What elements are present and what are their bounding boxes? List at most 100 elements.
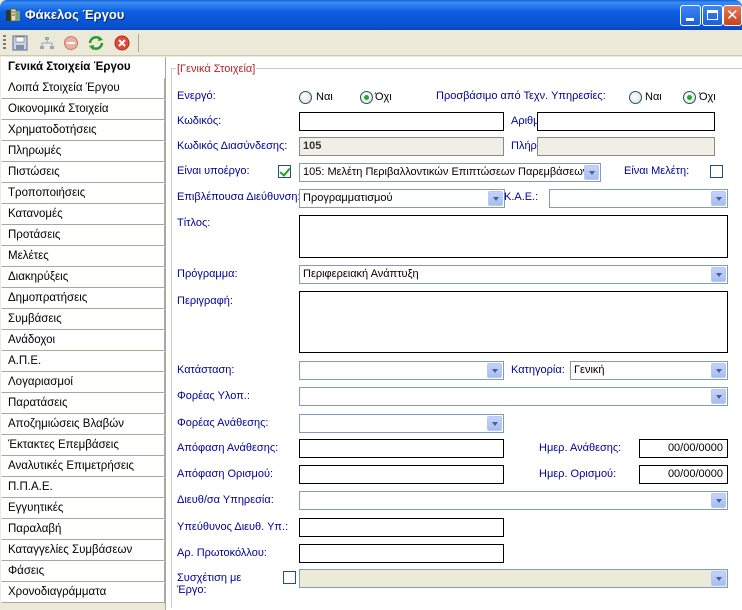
sidebar-item[interactable]: Συμβάσεις bbox=[1, 309, 165, 330]
full-code-input[interactable] bbox=[537, 137, 715, 156]
title-label: Τίτλος: bbox=[177, 217, 211, 229]
sidebar-item[interactable]: Ανάδοχοι bbox=[1, 330, 165, 351]
supervising-label: Επιβλέπουσα Διεύθυνση: bbox=[177, 191, 301, 203]
program-select[interactable]: Περιφερειακή Ανάπτυξη bbox=[299, 265, 728, 284]
implementing-body-select[interactable] bbox=[299, 387, 728, 406]
program-value: Περιφερειακή Ανάπτυξη bbox=[303, 268, 419, 280]
sidebar-item[interactable]: Λογαριασμοί bbox=[1, 372, 165, 393]
description-textarea[interactable] bbox=[299, 291, 728, 353]
assign-date-input[interactable]: 00/00/0000 bbox=[639, 439, 728, 458]
toolbar-grip[interactable] bbox=[3, 35, 6, 51]
sidebar-item[interactable]: Οικονομικά Στοιχεία bbox=[1, 99, 165, 120]
assigning-body-select[interactable] bbox=[299, 414, 504, 433]
chevron-down-icon[interactable] bbox=[711, 493, 726, 508]
sidebar-item[interactable]: Έκτακτες Επεμβάσεις bbox=[1, 435, 165, 456]
title-bar[interactable]: Φάκελος Έργου ✕ bbox=[0, 0, 742, 30]
save-icon[interactable] bbox=[11, 34, 29, 52]
sidebar-item[interactable]: Χρονοδιαγράμματα bbox=[1, 582, 165, 603]
related-project-select[interactable] bbox=[299, 569, 728, 588]
chevron-down-icon[interactable] bbox=[487, 363, 502, 378]
related-label-line2: Έργο: bbox=[177, 584, 207, 596]
sidebar-item[interactable]: Γενικά Στοιχεία Έργου bbox=[1, 57, 165, 78]
responsible-input[interactable] bbox=[299, 518, 504, 537]
sidebar-item[interactable]: Καταγγελίες Συμβάσεων bbox=[1, 540, 165, 561]
sidebar-item[interactable]: Πληρωμές bbox=[1, 141, 165, 162]
protocol-input[interactable] bbox=[299, 544, 504, 563]
folder-number-input[interactable] bbox=[537, 112, 715, 131]
close-button[interactable]: ✕ bbox=[723, 5, 742, 26]
link-code-input[interactable]: 105 bbox=[299, 137, 504, 156]
sidebar-item[interactable]: Α.Π.Ε. bbox=[1, 351, 165, 372]
chevron-down-icon[interactable] bbox=[488, 191, 503, 206]
cancel-icon[interactable] bbox=[113, 34, 131, 52]
close-icon: ✕ bbox=[726, 6, 739, 24]
chevron-down-icon[interactable] bbox=[487, 416, 502, 431]
chevron-down-icon[interactable] bbox=[711, 363, 726, 378]
responsible-label: Υπεύθυνος Διευθ. Υπ.: bbox=[177, 521, 289, 533]
minimize-button[interactable] bbox=[680, 5, 701, 26]
subproject-label: Είναι υποέργο: bbox=[177, 165, 250, 177]
sidebar-item[interactable]: Παραλαβή bbox=[1, 519, 165, 540]
accessible-no-radio[interactable] bbox=[683, 91, 696, 104]
category-select[interactable]: Γενική bbox=[570, 361, 728, 380]
chevron-down-icon[interactable] bbox=[711, 389, 726, 404]
sidebar-item[interactable]: Διακηρύξεις bbox=[1, 267, 165, 288]
active-label: Ενεργό: bbox=[177, 90, 216, 102]
active-no-radio[interactable] bbox=[360, 91, 373, 104]
status-select[interactable] bbox=[299, 361, 504, 380]
category-value: Γενική bbox=[574, 364, 605, 376]
accessible-yes-radio[interactable] bbox=[629, 91, 642, 104]
toolbar bbox=[0, 30, 742, 56]
assign-decision-label: Απόφαση Ανάθεσης: bbox=[177, 442, 279, 454]
toolbar-separator bbox=[138, 34, 139, 52]
sidebar-item[interactable]: Κατανομές bbox=[1, 204, 165, 225]
sidebar-item[interactable]: Παρατάσεις bbox=[1, 393, 165, 414]
chevron-down-icon[interactable] bbox=[711, 571, 726, 586]
assign-date-label: Ημερ. Ανάθεσης: bbox=[539, 442, 622, 454]
supervising-select[interactable]: Προγραμματισμού bbox=[299, 189, 505, 208]
sidebar-item[interactable]: Λοιπά Στοιχεία Έργου bbox=[1, 78, 165, 99]
sidebar-item[interactable]: Φάσεις bbox=[1, 561, 165, 582]
delete-icon[interactable] bbox=[62, 34, 80, 52]
sidebar-item[interactable]: Προτάσεις bbox=[1, 225, 165, 246]
program-label: Πρόγραμμα: bbox=[177, 268, 238, 280]
description-label: Περιγραφή: bbox=[177, 295, 233, 307]
parent-project-value: 105: Μελέτη Περιβαλλοντικών Επιπτώσεων Π… bbox=[303, 166, 589, 178]
refresh-icon[interactable] bbox=[87, 34, 105, 52]
sidebar-item[interactable]: Αποζημιώσεις Βλαβών bbox=[1, 414, 165, 435]
supervising-value: Προγραμματισμού bbox=[303, 192, 393, 204]
sidebar-item[interactable]: Π.Π.Α.Ε. bbox=[1, 477, 165, 498]
chevron-down-icon[interactable] bbox=[711, 191, 726, 206]
sidebar-item[interactable]: Δημοπρατήσεις bbox=[1, 288, 165, 309]
define-date-label: Ημερ. Ορισμού: bbox=[539, 468, 617, 480]
maximize-button[interactable] bbox=[702, 5, 723, 26]
kae-select[interactable] bbox=[549, 189, 728, 208]
sidebar-item[interactable]: Εγγυητικές bbox=[1, 498, 165, 519]
directorate-select[interactable] bbox=[299, 491, 728, 510]
related-checkbox[interactable] bbox=[283, 571, 296, 584]
chevron-down-icon[interactable] bbox=[584, 165, 599, 180]
general-info-panel: [Γενικά Στοιχεία] Ενεργό: Ναι Όχι Προσβά… bbox=[166, 57, 742, 610]
link-code-label: Κωδικός Διασύνδεσης: bbox=[177, 140, 288, 152]
sidebar-nav: Γενικά Στοιχεία Έργου Λοιπά Στοιχεία Έργο… bbox=[0, 57, 166, 610]
title-textarea[interactable] bbox=[299, 215, 728, 258]
active-yes-radio[interactable] bbox=[299, 91, 312, 104]
subproject-checkbox[interactable] bbox=[278, 165, 291, 178]
chevron-down-icon[interactable] bbox=[711, 267, 726, 282]
sidebar-item[interactable]: Τροποποιήσεις bbox=[1, 183, 165, 204]
implementing-body-label: Φορέας Υλοπ.: bbox=[177, 390, 250, 402]
sidebar-item[interactable]: Αναλυτικές Επιμετρήσεις bbox=[1, 456, 165, 477]
accessible-no-label: Όχι bbox=[699, 91, 716, 103]
is-study-checkbox[interactable] bbox=[710, 165, 723, 178]
code-input[interactable] bbox=[299, 112, 504, 131]
tree-icon[interactable] bbox=[38, 34, 56, 52]
define-date-input[interactable]: 00/00/0000 bbox=[639, 465, 728, 484]
maximize-icon bbox=[707, 10, 718, 20]
define-decision-input[interactable] bbox=[299, 465, 504, 484]
sidebar-item[interactable]: Μελέτες bbox=[1, 246, 165, 267]
assign-decision-input[interactable] bbox=[299, 439, 504, 458]
sidebar-item[interactable]: Χρηματοδοτήσεις bbox=[1, 120, 165, 141]
app-icon bbox=[6, 8, 20, 22]
sidebar-item[interactable]: Πιστώσεις bbox=[1, 162, 165, 183]
parent-project-select[interactable]: 105: Μελέτη Περιβαλλοντικών Επιπτώσεων Π… bbox=[299, 163, 601, 182]
